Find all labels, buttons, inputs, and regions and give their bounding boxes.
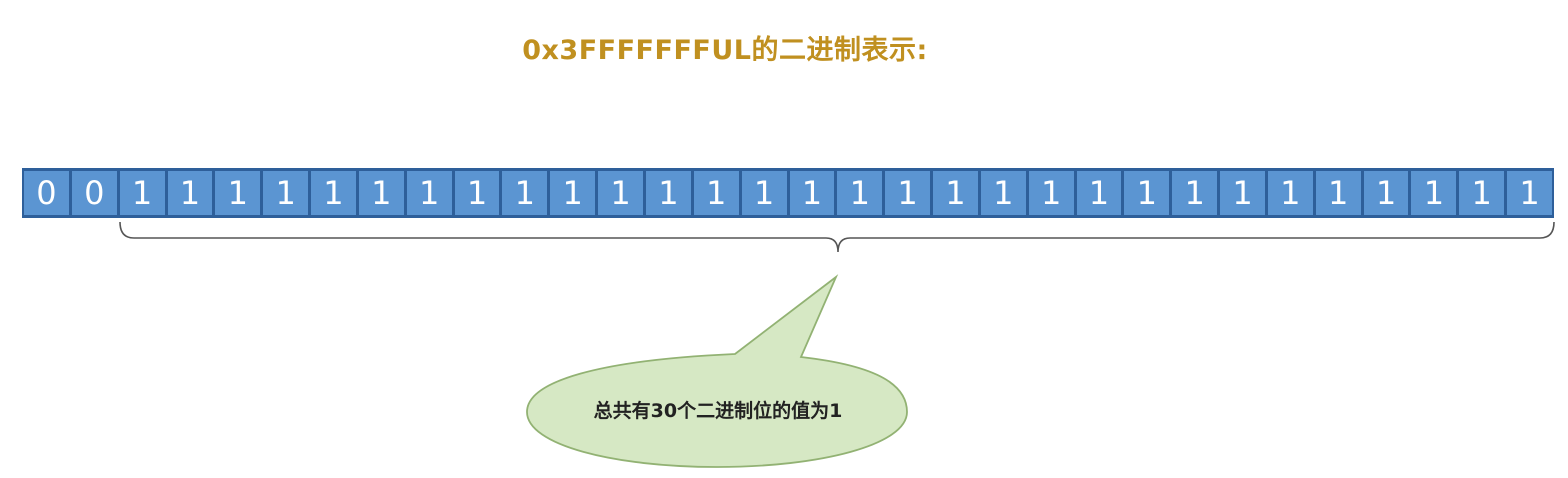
callout-text: 总共有30个二进制位的值为1 xyxy=(593,400,843,422)
callout-bubble xyxy=(526,274,908,468)
brace xyxy=(119,221,1555,253)
